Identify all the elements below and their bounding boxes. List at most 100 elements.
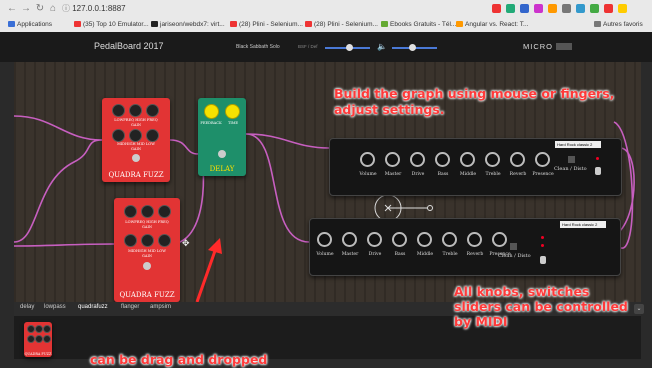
- knob[interactable]: [141, 234, 154, 247]
- amp-knob-label: Reverb: [466, 252, 484, 257]
- back-icon[interactable]: ←: [6, 3, 18, 15]
- tab-ampsim[interactable]: ampsim: [150, 304, 171, 310]
- volume-slider-handle[interactable]: [346, 44, 354, 51]
- quadrafuzz-pedal-bottom[interactable]: LOWFREQ HIGH FREQ GAIN MIDHIGH MID LOW G…: [114, 198, 180, 302]
- extension-icon[interactable]: [506, 4, 515, 13]
- ampsim-bottom[interactable]: Hard Rock classic 2 Clean / Disto Volume…: [309, 218, 621, 276]
- knob[interactable]: [112, 104, 125, 117]
- switch-icon[interactable]: [568, 156, 575, 163]
- knob[interactable]: [129, 104, 142, 117]
- ampsim-top[interactable]: Hard Rock classic 2 Clean / Disto Volume…: [329, 138, 622, 196]
- delay-pedal[interactable]: FEEDBACK TIME DELAY: [198, 98, 246, 176]
- switch-icon[interactable]: [510, 243, 517, 250]
- amp-knob-middle[interactable]: [460, 152, 475, 167]
- tab-delay[interactable]: delay: [20, 304, 34, 310]
- bookmark-icon: [151, 21, 158, 27]
- wire: [14, 115, 103, 141]
- address-bar[interactable]: ⓘ 127.0.0.1:8887: [62, 2, 462, 16]
- amp-knob-bass[interactable]: [392, 232, 407, 247]
- reload-icon[interactable]: ↻: [34, 3, 46, 15]
- extension-icon[interactable]: [520, 4, 529, 13]
- amp-knob-drive[interactable]: [410, 152, 425, 167]
- knob[interactable]: [158, 234, 171, 247]
- toggle-switch[interactable]: [540, 256, 546, 264]
- bookmark-label: Applications: [17, 21, 53, 28]
- footswitch[interactable]: [218, 150, 226, 158]
- tray-quadrafuzz-thumb[interactable]: QUADRA FUZZ: [24, 322, 52, 357]
- bookmark-label: (28) Plini - Selenium...: [314, 21, 378, 28]
- midi-slider-handle[interactable]: [408, 44, 416, 51]
- amp-knob-middle[interactable]: [417, 232, 432, 247]
- bookmark-item[interactable]: jariseon/webdx7: virt...: [151, 18, 225, 32]
- bookmark-label: Ebooks Gratuits - Tél...: [390, 21, 457, 28]
- tab-lowpass[interactable]: lowpass: [44, 304, 66, 310]
- knob[interactable]: [146, 129, 159, 142]
- extension-icon[interactable]: [534, 4, 543, 13]
- bookmark-item[interactable]: Ebooks Gratuits - Tél...: [381, 18, 456, 32]
- amp-knob-treble[interactable]: [485, 152, 500, 167]
- preset-name[interactable]: Black Sabbath Solo: [236, 44, 280, 50]
- extension-icon[interactable]: [618, 4, 627, 13]
- extension-icon[interactable]: [562, 4, 571, 13]
- knob[interactable]: [204, 104, 219, 119]
- pedal-label: GAIN: [130, 123, 142, 127]
- amp-preset-select[interactable]: Hard Rock classic 2: [560, 221, 606, 228]
- amp-knob-master[interactable]: [342, 232, 357, 247]
- forward-icon[interactable]: →: [20, 3, 32, 15]
- app-header: PedalBoard 2017 Black Sabbath Solo BSF /…: [0, 32, 652, 62]
- bookmark-item[interactable]: (28) Plini - Selenium...: [305, 18, 378, 32]
- knob[interactable]: [124, 205, 137, 218]
- app-title: PedalBoard 2017: [94, 41, 164, 51]
- amp-knob-bass[interactable]: [435, 152, 450, 167]
- tab-quadrafuzz[interactable]: quadrafuzz: [78, 304, 108, 310]
- amp-knob-presence[interactable]: [492, 232, 507, 247]
- extension-icon[interactable]: [590, 4, 599, 13]
- pedalboard-canvas[interactable]: LOWFREQ HIGH FREQ GAIN MIDHIGH MID LOW G…: [14, 62, 641, 303]
- knob[interactable]: [225, 104, 240, 119]
- extension-icon[interactable]: [604, 4, 613, 13]
- knob: [27, 335, 35, 343]
- footswitch[interactable]: [132, 154, 140, 162]
- footswitch[interactable]: [143, 262, 151, 270]
- move-cursor-icon: ✥: [182, 238, 190, 248]
- amp-knob-reverb[interactable]: [467, 232, 482, 247]
- extension-icon[interactable]: [576, 4, 585, 13]
- bookmark-icon: [74, 21, 81, 27]
- toggle-switch[interactable]: [595, 167, 601, 175]
- bookmark-item[interactable]: (28) Plini - Selenium...: [230, 18, 303, 32]
- knob[interactable]: [124, 234, 137, 247]
- knob[interactable]: [146, 104, 159, 117]
- annotation-build-graph: Build the graph using mouse or fingers, …: [334, 86, 615, 117]
- pedal-label: FEEDBACK: [200, 121, 222, 125]
- connect-end: [427, 205, 433, 211]
- bookmark-item[interactable]: (35) Top 10 Emulator...: [74, 18, 149, 32]
- bookmark-item[interactable]: Angular vs. React: T...: [456, 18, 528, 32]
- amp-knob-treble[interactable]: [442, 232, 457, 247]
- extension-icon[interactable]: [492, 4, 501, 13]
- amp-knob-reverb[interactable]: [510, 152, 525, 167]
- home-icon[interactable]: ⌂: [47, 3, 59, 15]
- bookmarks-bar: Applications (35) Top 10 Emulator... jaris…: [0, 18, 652, 32]
- amp-knob-drive[interactable]: [367, 232, 382, 247]
- knob[interactable]: [158, 205, 171, 218]
- browser-nav-row: ← → ↻ ⌂ ⓘ 127.0.0.1:8887: [0, 0, 652, 18]
- amp-knob-label: Presence: [532, 172, 554, 177]
- extension-icon[interactable]: [548, 4, 557, 13]
- bookmark-label: (28) Plini - Selenium...: [239, 21, 303, 28]
- tab-flanger[interactable]: flanger: [121, 304, 139, 310]
- knob[interactable]: [129, 129, 142, 142]
- knob[interactable]: [141, 205, 154, 218]
- bookmark-item[interactable]: Applications: [8, 18, 52, 32]
- amp-knob-volume[interactable]: [317, 232, 332, 247]
- quadrafuzz-pedal-top[interactable]: LOWFREQ HIGH FREQ GAIN MIDHIGH MID LOW G…: [102, 98, 170, 182]
- knob: [43, 325, 51, 333]
- amp-knob-master[interactable]: [385, 152, 400, 167]
- bookmark-item[interactable]: Autres favoris: [594, 18, 643, 32]
- knob[interactable]: [112, 129, 125, 142]
- amp-knob-presence[interactable]: [535, 152, 550, 167]
- collapse-tray-button[interactable]: ⌄: [634, 304, 644, 314]
- amp-knob-volume[interactable]: [360, 152, 375, 167]
- address-text: 127.0.0.1:8887: [72, 4, 126, 13]
- amp-preset-select[interactable]: Hard Rock classic 2: [555, 141, 601, 148]
- switch-label: Clean / Disto: [554, 166, 587, 172]
